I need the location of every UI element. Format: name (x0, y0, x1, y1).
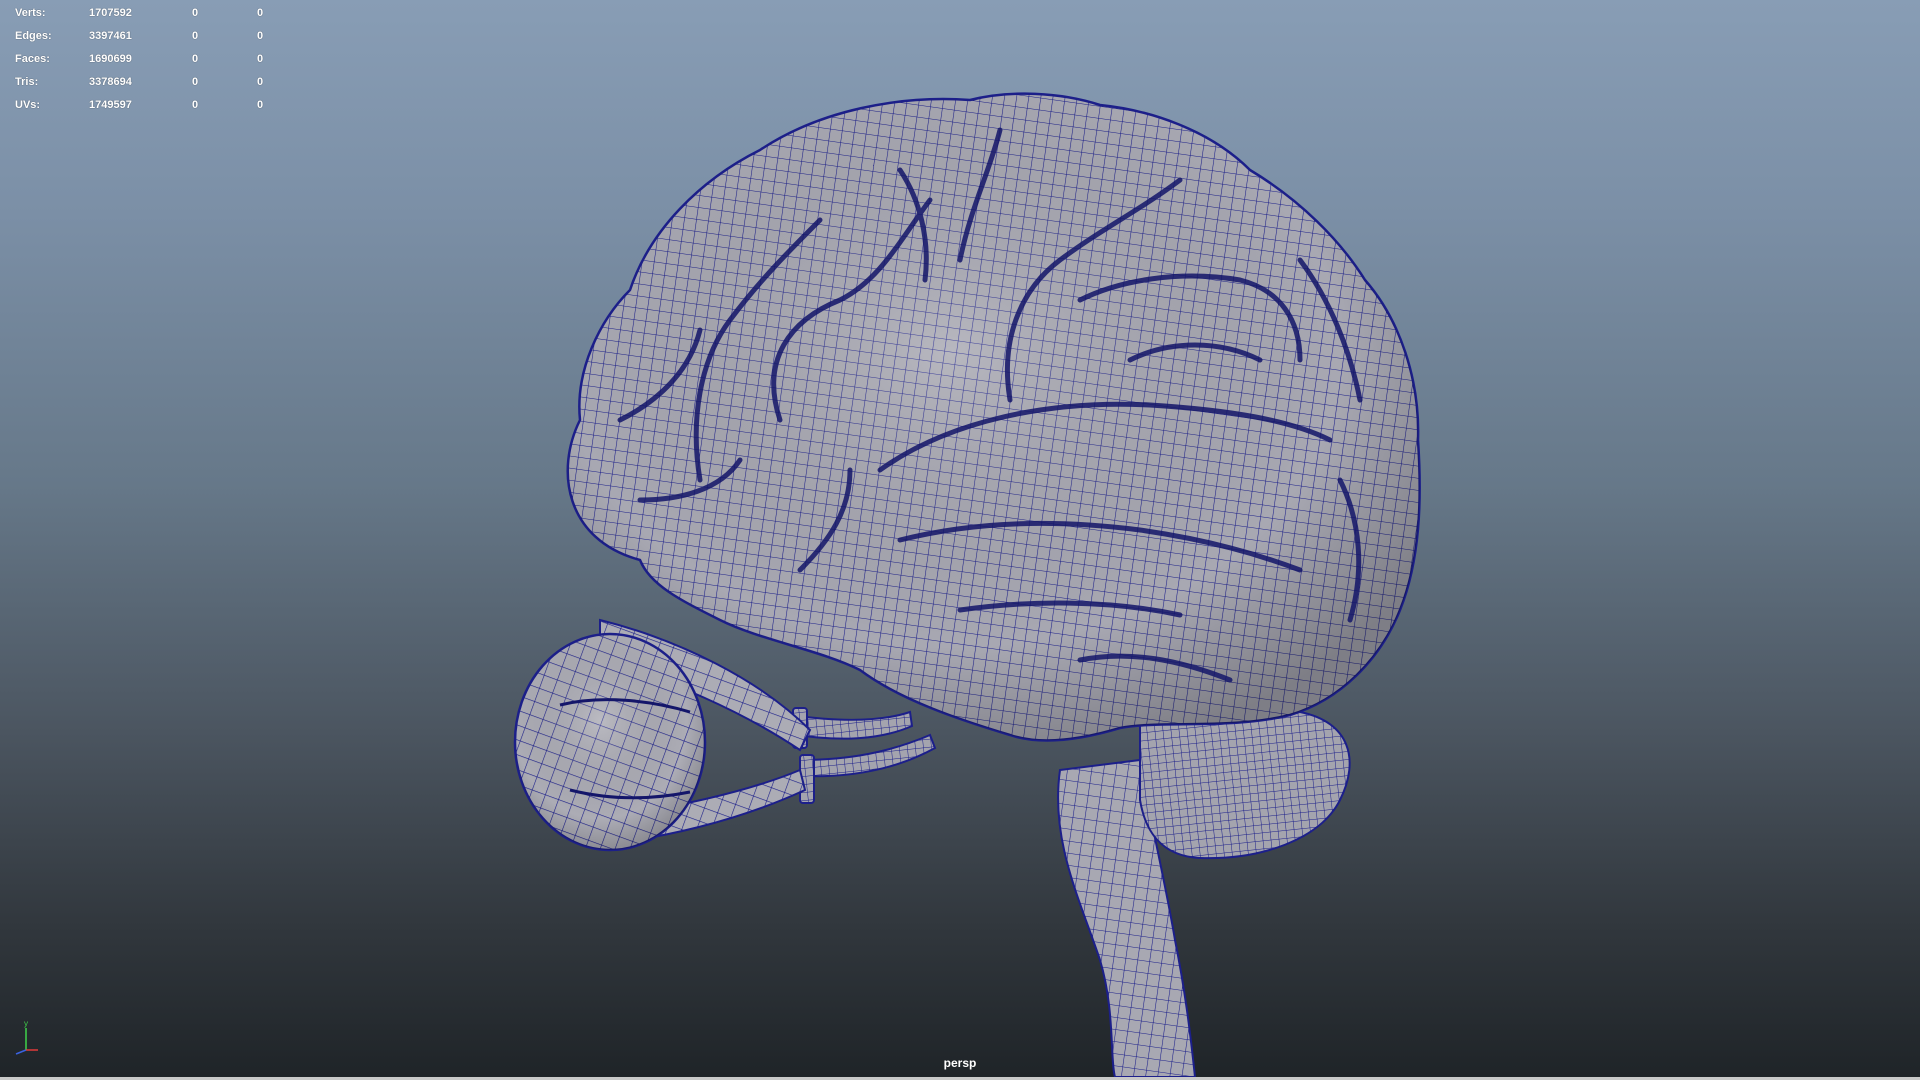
eyeball (513, 632, 707, 852)
hud-value: 1690699 (89, 53, 132, 65)
hud-extra-count: 0 (257, 7, 264, 19)
hud-selected-count: 0 (192, 30, 199, 42)
hud-selected-count: 0 (192, 99, 199, 111)
hud-value: 3378694 (89, 76, 132, 88)
hud-extra-count: 0 (257, 30, 264, 42)
hud-extra-count: 0 (257, 76, 264, 88)
hud-value: 1707592 (89, 7, 132, 19)
hud-extra-count: 0 (257, 99, 264, 111)
xyz-axis-gizmo-icon: y (15, 1019, 38, 1055)
axis-y-label: y (24, 1019, 28, 1028)
hud-row-faces: Faces: 1690699 0 0 (15, 48, 275, 71)
cerebellum (1139, 702, 1351, 860)
hud-row-verts: Verts: 1707592 0 0 (15, 2, 275, 25)
hud-label: Faces: (15, 53, 50, 65)
hud-label: Verts: (15, 7, 46, 19)
camera-name-label: persp (943, 1056, 977, 1070)
hud-label: UVs: (15, 99, 41, 111)
hud-label: Tris: (15, 76, 39, 88)
hud-label: Edges: (15, 30, 52, 42)
heads-up-display-poly-count: Verts: 1707592 0 0 Edges: 3397461 0 0 Fa… (15, 2, 275, 117)
brain-model-wireframe[interactable] (0, 0, 1920, 1077)
hud-extra-count: 0 (257, 53, 264, 65)
hud-selected-count: 0 (192, 53, 199, 65)
hud-value: 1749597 (89, 99, 132, 111)
hud-row-uvs: UVs: 1749597 0 0 (15, 94, 275, 117)
3d-viewport[interactable]: Verts: 1707592 0 0 Edges: 3397461 0 0 Fa… (0, 0, 1920, 1077)
hud-value: 3397461 (89, 30, 132, 42)
hud-row-edges: Edges: 3397461 0 0 (15, 25, 275, 48)
hud-selected-count: 0 (192, 7, 199, 19)
hud-selected-count: 0 (192, 76, 199, 88)
hud-row-tris: Tris: 3378694 0 0 (15, 71, 275, 94)
optic-nerve (789, 707, 937, 804)
